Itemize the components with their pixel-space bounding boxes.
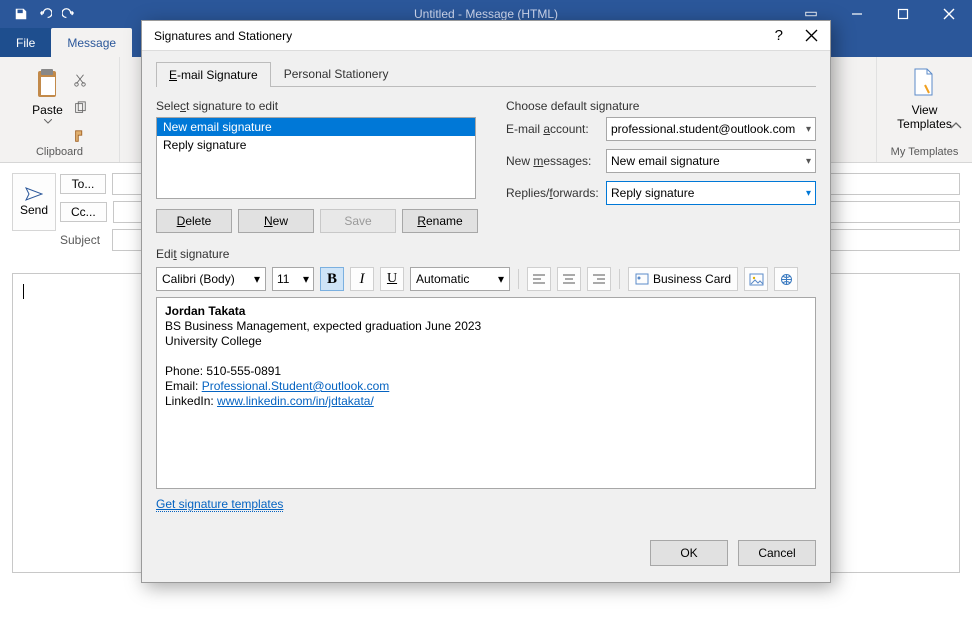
font-color-value: Automatic <box>416 272 469 286</box>
collapse-ribbon-icon[interactable] <box>950 121 962 131</box>
new-button[interactable]: New <box>238 209 314 233</box>
rename-button[interactable]: Rename <box>402 209 478 233</box>
tab-personal-stationery[interactable]: Personal Stationery <box>271 61 402 86</box>
signature-item-reply[interactable]: Reply signature <box>157 136 475 154</box>
sig-linkedin-link[interactable]: www.linkedin.com/in/jdtakata/ <box>217 394 374 408</box>
get-templates-link[interactable]: Get signature templates <box>156 497 283 512</box>
tab-email-signature[interactable]: E-mail Signature <box>156 62 271 87</box>
chevron-down-icon <box>44 119 52 124</box>
signature-item-new[interactable]: New email signature <box>157 118 475 136</box>
sig-email-link[interactable]: Professional.Student@outlook.com <box>202 379 390 393</box>
font-value: Calibri (Body) <box>162 272 235 286</box>
sig-degree: BS Business Management, expected graduat… <box>165 319 807 334</box>
email-account-value: professional.student@outlook.com <box>611 122 795 136</box>
email-account-select[interactable]: professional.student@outlook.com ▾ <box>606 117 816 141</box>
dialog-titlebar: Signatures and Stationery ? <box>142 21 830 51</box>
paste-button[interactable]: Paste <box>30 65 65 126</box>
send-label: Send <box>20 203 48 217</box>
sig-phone: 510-555-0891 <box>206 364 281 378</box>
tab-message[interactable]: Message <box>51 28 132 57</box>
templates-group-label: My Templates <box>891 146 959 160</box>
business-card-label: Business Card <box>653 272 731 286</box>
chevron-down-icon: ▾ <box>498 272 504 286</box>
insert-picture-button[interactable] <box>744 267 768 291</box>
sig-phone-label: Phone: <box>165 364 206 378</box>
email-account-label: E-mail account: <box>506 122 598 136</box>
new-messages-label: New messages: <box>506 154 598 168</box>
business-card-button[interactable]: Business Card <box>628 267 738 291</box>
dialog-title: Signatures and Stationery <box>154 29 292 43</box>
replies-forwards-value: Reply signature <box>611 186 694 200</box>
bold-button[interactable]: B <box>320 267 344 291</box>
view-templates-label: View Templates <box>897 103 952 131</box>
font-select[interactable]: Calibri (Body) ▾ <box>156 267 266 291</box>
tab-file[interactable]: File <box>0 28 51 57</box>
ok-button[interactable]: OK <box>650 540 728 566</box>
edit-signature-label: Edit signature <box>156 247 816 261</box>
send-button[interactable]: Send <box>12 173 56 231</box>
copy-icon[interactable] <box>71 99 89 117</box>
clipboard-group-label: Clipboard <box>36 146 83 160</box>
cancel-button[interactable]: Cancel <box>738 540 816 566</box>
template-icon <box>911 67 937 97</box>
paste-label: Paste <box>32 103 63 117</box>
window-title: Untitled - Message (HTML) <box>414 7 558 21</box>
signature-toolbar: Calibri (Body) ▾ 11 ▾ B I U Automatic ▾ Bus… <box>156 267 816 291</box>
chevron-down-icon: ▾ <box>806 188 811 199</box>
to-button[interactable]: To... <box>60 174 106 194</box>
align-left-button[interactable] <box>527 267 551 291</box>
card-icon <box>635 273 649 285</box>
save-icon[interactable] <box>14 7 28 21</box>
clipboard-icon <box>33 67 63 101</box>
select-signature-label: Select signature to edit <box>156 99 484 113</box>
replies-forwards-select[interactable]: Reply signature ▾ <box>606 181 816 205</box>
new-messages-select[interactable]: New email signature ▾ <box>606 149 816 173</box>
signatures-dialog: Signatures and Stationery ? E-mail Signa… <box>141 20 831 583</box>
align-right-button[interactable] <box>587 267 611 291</box>
minimize-button[interactable] <box>834 0 880 28</box>
close-button[interactable] <box>926 0 972 28</box>
chevron-down-icon: ▾ <box>806 156 811 167</box>
default-signature-label: Choose default signature <box>506 99 816 113</box>
cut-icon[interactable] <box>71 71 89 89</box>
subject-label: Subject <box>60 233 106 247</box>
chevron-down-icon: ▾ <box>806 124 811 135</box>
maximize-button[interactable] <box>880 0 926 28</box>
chevron-down-icon: ▾ <box>303 272 309 286</box>
dialog-tabs: E-mail Signature Personal Stationery <box>156 61 816 87</box>
send-icon <box>25 187 43 201</box>
font-color-select[interactable]: Automatic ▾ <box>410 267 510 291</box>
cc-button[interactable]: Cc... <box>60 202 107 222</box>
align-center-button[interactable] <box>557 267 581 291</box>
new-messages-value: New email signature <box>611 154 720 168</box>
replies-forwards-label: Replies/forwards: <box>506 186 598 200</box>
signature-editor[interactable]: Jordan Takata BS Business Management, ex… <box>156 297 816 489</box>
chevron-down-icon: ▾ <box>254 272 260 286</box>
delete-button[interactable]: Delete <box>156 209 232 233</box>
insert-hyperlink-button[interactable] <box>774 267 798 291</box>
font-size-value: 11 <box>277 272 289 286</box>
signature-list[interactable]: New email signature Reply signature <box>156 117 476 199</box>
sig-linkedin-label: LinkedIn: <box>165 394 217 408</box>
help-icon[interactable]: ? <box>771 25 787 46</box>
redo-icon[interactable] <box>62 7 76 21</box>
undo-icon[interactable] <box>38 7 52 21</box>
save-button: Save <box>320 209 396 233</box>
sig-email-label: Email: <box>165 379 202 393</box>
close-icon[interactable] <box>801 27 822 44</box>
italic-button[interactable]: I <box>350 267 374 291</box>
format-painter-icon[interactable] <box>71 127 89 145</box>
font-size-select[interactable]: 11 ▾ <box>272 267 314 291</box>
sig-school: University College <box>165 334 807 349</box>
underline-button[interactable]: U <box>380 267 404 291</box>
sig-name: Jordan Takata <box>165 304 245 318</box>
